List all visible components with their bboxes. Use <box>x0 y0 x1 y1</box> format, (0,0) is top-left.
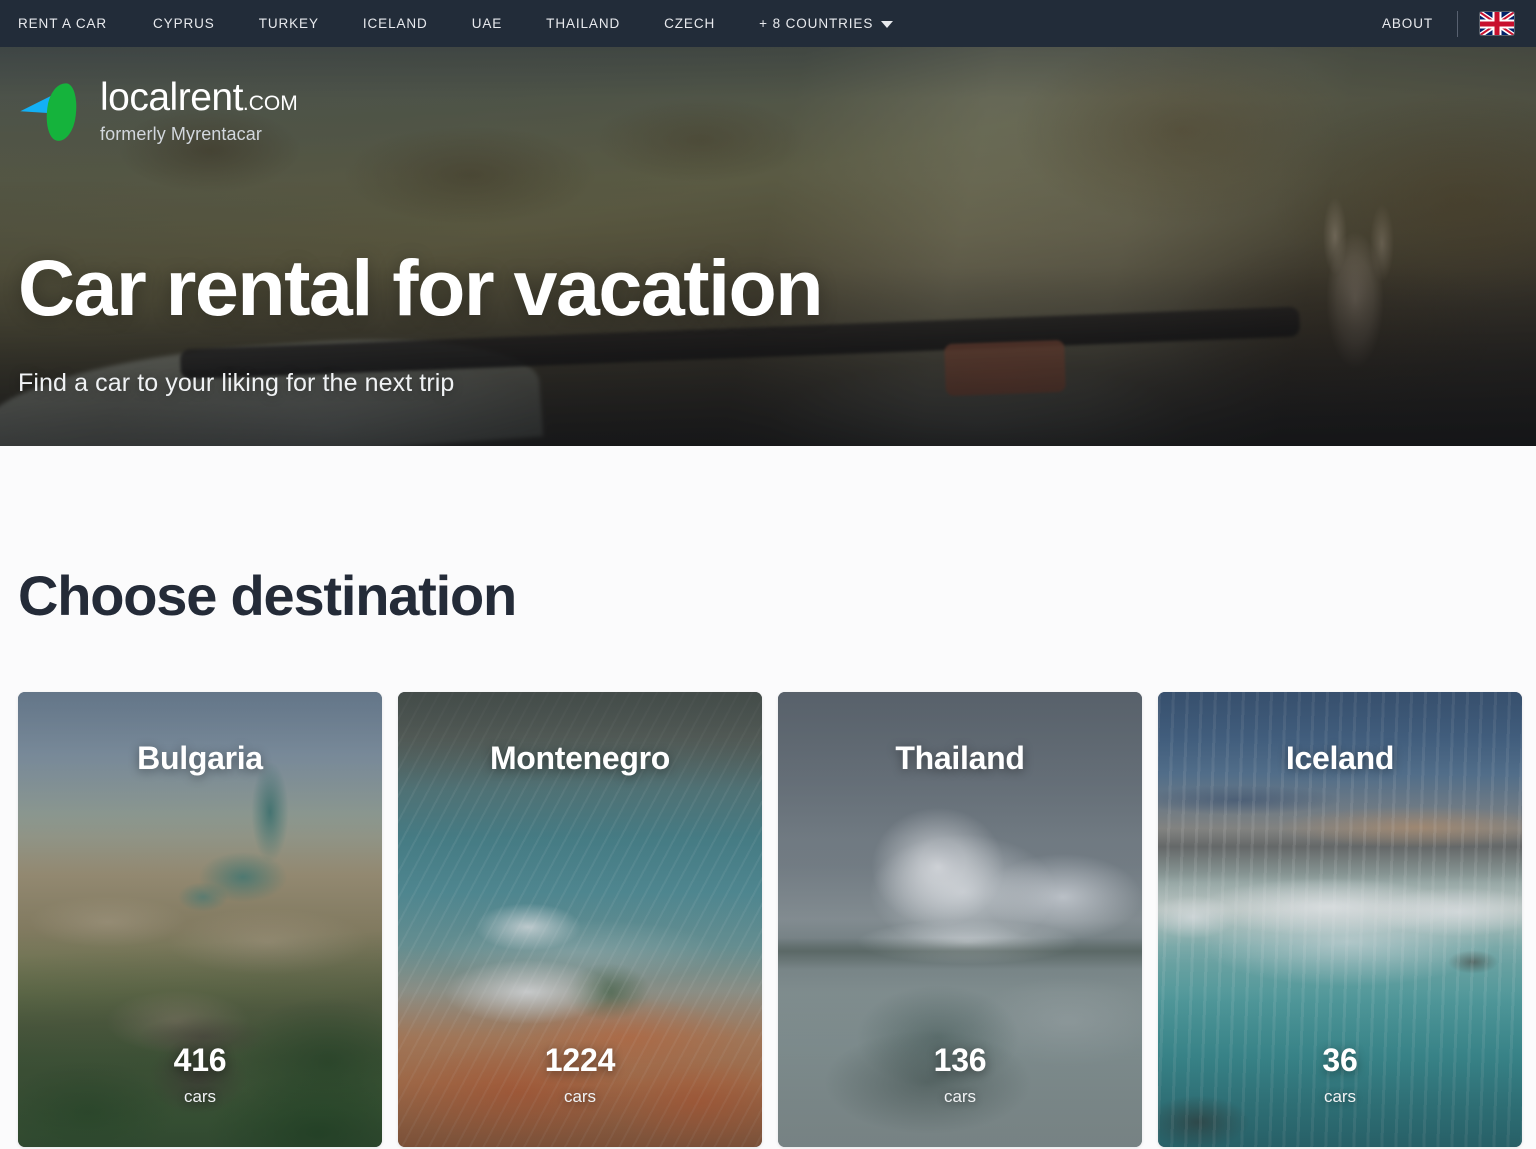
destination-name: Iceland <box>1285 740 1395 776</box>
nav-item-turkey[interactable]: TURKEY <box>237 0 341 47</box>
nav-item-uae[interactable]: UAE <box>450 0 524 47</box>
nav-item-czech[interactable]: CZECH <box>642 0 737 47</box>
logo-tld: .COM <box>242 92 298 115</box>
page-title: Choose destination <box>18 564 517 627</box>
logo-tagline: formerly Myrentacar <box>100 124 262 144</box>
destination-card-thailand[interactable]: Thailand 136 cars <box>778 692 1142 1147</box>
chevron-down-icon <box>881 21 894 28</box>
destination-unit: cars <box>183 1087 217 1106</box>
destination-card-bulgaria[interactable]: Bulgaria 416 cars <box>18 692 382 1147</box>
destination-unit: cars <box>943 1087 977 1106</box>
page-root: RENT A CAR CYPRUS TURKEY ICELAND UAE THA… <box>0 0 1536 1149</box>
hero-title: Car rental for vacation <box>18 243 824 332</box>
nav-item-thailand[interactable]: THAILAND <box>524 0 642 47</box>
destination-card-iceland[interactable]: Iceland 36 cars <box>1158 692 1522 1147</box>
destination-name: Bulgaria <box>137 740 263 776</box>
destination-name: Montenegro <box>489 740 671 776</box>
nav-secondary-links: ABOUT <box>1382 10 1536 37</box>
destination-unit: cars <box>1323 1087 1357 1106</box>
nav-item-cyprus[interactable]: CYPRUS <box>131 0 237 47</box>
more-countries-dropdown[interactable]: + 8 COUNTRIES <box>737 16 915 31</box>
destination-unit: cars <box>563 1087 597 1106</box>
nav-primary-links: RENT A CAR CYPRUS TURKEY ICELAND UAE THA… <box>0 0 915 47</box>
destination-name: Thailand <box>895 740 1025 776</box>
logo-wordmark: localrent .COM formerly Myrentacar <box>100 78 298 145</box>
logo-leaf-shape <box>44 81 79 142</box>
hero-banner: localrent .COM formerly Myrentacar Car r… <box>0 0 1536 446</box>
destination-card-montenegro[interactable]: Montenegro 1224 cars <box>398 692 762 1147</box>
nav-divider <box>1457 10 1458 37</box>
top-navigation-bar: RENT A CAR CYPRUS TURKEY ICELAND UAE THA… <box>0 0 1536 47</box>
nav-item-iceland[interactable]: ICELAND <box>341 0 450 47</box>
hero-content: localrent .COM formerly Myrentacar Car r… <box>0 0 1536 446</box>
destination-card-list: Bulgaria 416 cars Montenegro 1224 cars T… <box>18 692 1522 1147</box>
nav-item-rent-a-car[interactable]: RENT A CAR <box>18 0 131 47</box>
uk-flag-icon[interactable] <box>1480 12 1514 35</box>
destination-count: 1224 <box>544 1042 616 1078</box>
logo-mark-icon <box>16 81 86 143</box>
more-countries-label: + 8 COUNTRIES <box>759 16 874 31</box>
hero-subtitle: Find a car to your liking for the next t… <box>18 369 455 397</box>
logo-name: localrent <box>100 76 243 119</box>
nav-item-about[interactable]: ABOUT <box>1382 16 1457 31</box>
destination-count: 136 <box>933 1042 987 1078</box>
destination-count: 416 <box>173 1042 227 1078</box>
main-content: Choose destination Bulgaria 416 cars Mon… <box>0 446 1536 1149</box>
site-logo[interactable]: localrent .COM formerly Myrentacar <box>16 78 298 145</box>
destination-count: 36 <box>1322 1042 1358 1078</box>
